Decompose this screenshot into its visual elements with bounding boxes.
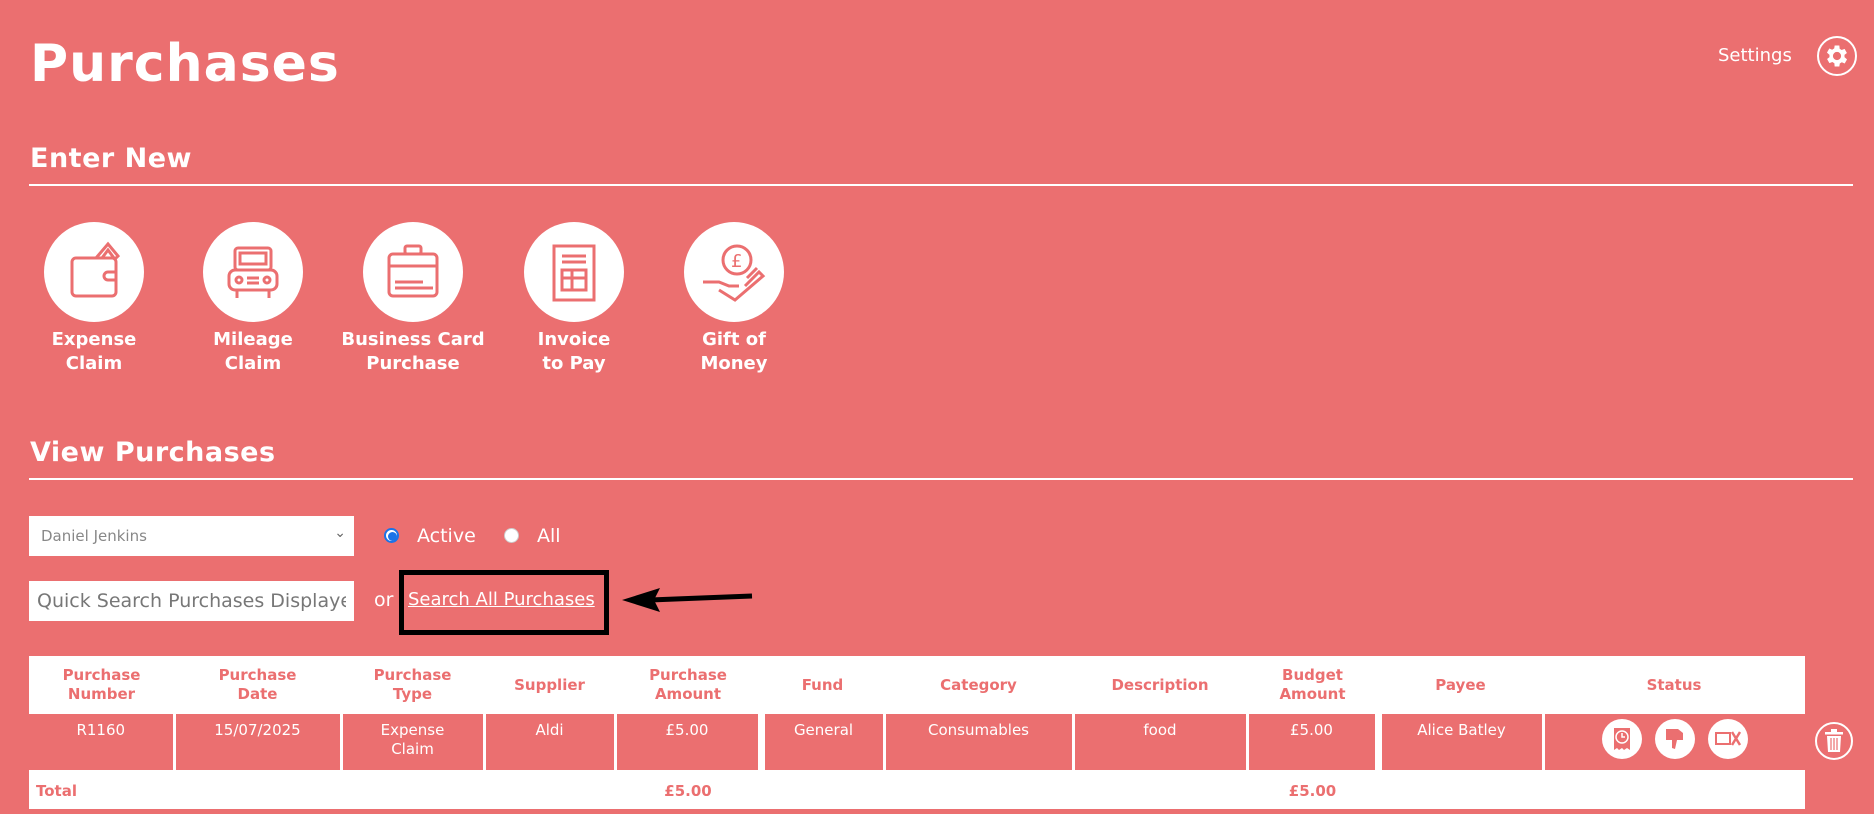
col-fund[interactable]: Fund (761, 656, 884, 714)
cell-supplier: Aldi (484, 714, 617, 772)
tile-label: Claim (224, 353, 282, 374)
mileage-claim-button[interactable]: Mileage Claim (173, 222, 333, 376)
radio-active-label[interactable]: Active (417, 525, 476, 547)
svg-text:£: £ (731, 251, 742, 272)
cell-category: Consumables (884, 714, 1075, 772)
car-icon (227, 246, 279, 298)
tile-label: to Pay (542, 353, 606, 374)
tile-label: Money (700, 353, 768, 374)
tile-label: Purchase (366, 353, 460, 374)
wallet-icon (70, 241, 121, 298)
cell-number[interactable]: R1160 (29, 714, 176, 772)
col-purchase-number[interactable]: Purchase Number (29, 656, 174, 714)
cell-type: Expense Claim (341, 714, 486, 772)
user-select-value: Daniel Jenkins (41, 527, 147, 545)
cell-date: 15/07/2025 (174, 714, 343, 772)
table-header-row: Purchase Number Purchase Date Purchase Type… (29, 656, 1805, 714)
chevron-down-icon: ⌄ (334, 525, 346, 541)
col-description[interactable]: Description (1073, 656, 1247, 714)
briefcase-card-icon (387, 244, 439, 298)
radio-all-label[interactable]: All (537, 525, 561, 547)
expense-claim-button[interactable]: Expense Claim (14, 222, 174, 376)
tile-label: Claim (65, 353, 123, 374)
col-payee[interactable]: Payee (1378, 656, 1543, 714)
col-supplier[interactable]: Supplier (484, 656, 615, 714)
col-category[interactable]: Category (884, 656, 1073, 714)
no-payment-icon[interactable] (1707, 719, 1748, 759)
total-amount: £5.00 (615, 771, 761, 809)
enter-new-heading: Enter New (30, 143, 192, 174)
table-footer-bar (29, 809, 1805, 814)
cell-payee: Alice Batley (1378, 714, 1545, 772)
thumbs-down-icon[interactable] (1654, 719, 1695, 759)
hand-pound-icon: £ (703, 244, 766, 302)
cell-amount: £5.00 (615, 714, 765, 772)
total-budget: £5.00 (1247, 771, 1378, 809)
tile-label: Mileage (213, 329, 293, 350)
arrow-annotation (622, 588, 753, 612)
tile-label: Business Card (341, 329, 485, 350)
col-purchase-amount[interactable]: Purchase Amount (615, 656, 761, 714)
tile-label: Gift of (702, 329, 766, 350)
page-title: Purchases (30, 34, 340, 94)
cell-budget: £5.00 (1247, 714, 1382, 772)
view-purchases-heading: View Purchases (30, 437, 276, 468)
tile-label: Invoice (537, 329, 611, 350)
user-select[interactable]: Daniel Jenkins ⌄ (29, 516, 354, 556)
search-all-purchases-link[interactable]: Search All Purchases (408, 589, 595, 610)
invoice-icon (552, 244, 596, 302)
receipt-pending-icon[interactable] (1601, 719, 1642, 759)
col-purchase-date[interactable]: Purchase Date (174, 656, 341, 714)
col-status[interactable]: Status (1543, 656, 1805, 714)
cell-status (1543, 714, 1805, 772)
divider (29, 478, 1853, 480)
settings-link[interactable]: Settings (1718, 45, 1792, 66)
col-budget-amount[interactable]: Budget Amount (1247, 656, 1378, 714)
total-label: Total (29, 771, 174, 809)
col-purchase-type[interactable]: Purchase Type (341, 656, 484, 714)
cell-description: food (1073, 714, 1249, 772)
quick-search-input[interactable] (29, 581, 354, 621)
gear-icon[interactable] (1817, 36, 1857, 76)
or-text: or (374, 589, 394, 611)
tile-label: Expense (51, 329, 137, 350)
business-card-purchase-button[interactable]: Business Card Purchase (333, 222, 493, 376)
radio-all[interactable] (504, 528, 519, 543)
radio-active[interactable] (384, 528, 399, 543)
table-row[interactable]: R1160 15/07/2025 Expense Claim Aldi £5.00… (29, 714, 1805, 772)
cell-fund: General (761, 714, 886, 772)
purchases-table: Purchase Number Purchase Date Purchase Type… (29, 656, 1805, 809)
trash-icon[interactable] (1815, 722, 1853, 760)
divider (29, 184, 1853, 186)
gift-of-money-button[interactable]: £ Gift of Money (654, 222, 814, 376)
invoice-to-pay-button[interactable]: Invoice to Pay (494, 222, 654, 376)
total-row: Total £5.00 £5.00 (29, 771, 1805, 809)
